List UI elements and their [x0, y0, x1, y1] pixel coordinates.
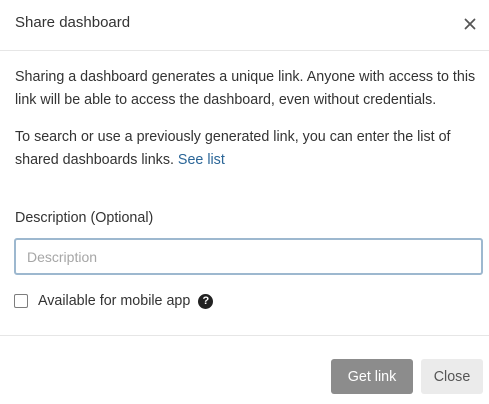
- get-link-button[interactable]: Get link: [331, 359, 413, 394]
- see-list-link[interactable]: See list: [178, 152, 225, 168]
- dialog-body: Sharing a dashboard generates a unique l…: [15, 66, 477, 172]
- share-dashboard-dialog: Share dashboard Sharing a dashboard gene…: [0, 0, 489, 404]
- description-input[interactable]: [14, 238, 483, 275]
- share-explanation-text: Sharing a dashboard generates a unique l…: [15, 69, 476, 108]
- mobile-app-checkbox[interactable]: [14, 294, 28, 308]
- close-icon-glyph: [464, 18, 476, 30]
- mobile-app-option: Available for mobile app ?: [14, 292, 214, 310]
- close-icon[interactable]: [459, 12, 481, 36]
- search-explanation-prefix: To search or use a previously generated …: [15, 129, 451, 168]
- mobile-app-label[interactable]: Available for mobile app: [38, 293, 190, 309]
- close-button[interactable]: Close: [421, 359, 483, 394]
- description-label: Description (Optional): [15, 210, 154, 226]
- search-explanation-text: To search or use a previously generated …: [15, 126, 477, 172]
- question-circle-icon[interactable]: ?: [198, 293, 214, 309]
- dialog-header: Share dashboard: [0, 0, 489, 51]
- dialog-footer: [0, 335, 489, 404]
- dialog-title: Share dashboard: [15, 14, 131, 31]
